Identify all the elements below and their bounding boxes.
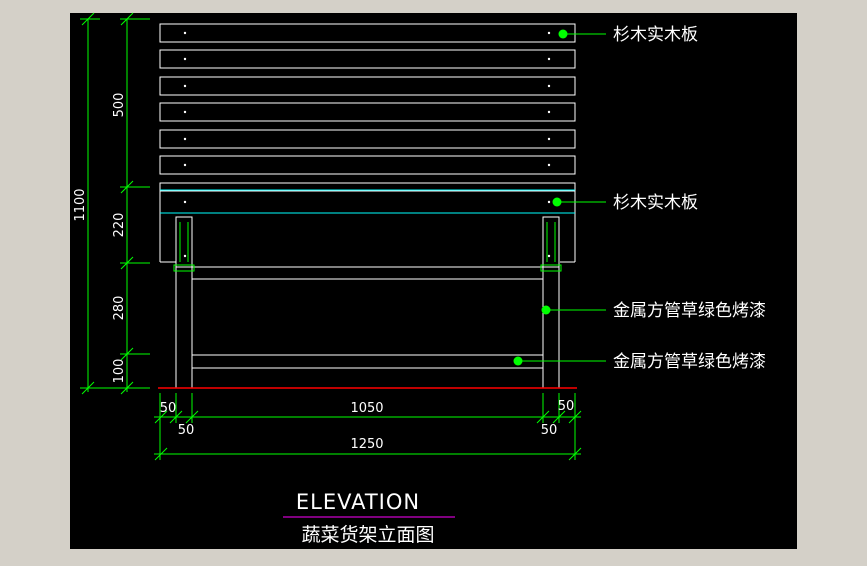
screw-dot (183, 254, 187, 258)
cad-viewport[interactable]: 1100 500 220 280 100 50 1050 50 50 50 12… (0, 0, 867, 562)
dim-label-overall-width: 1250 (350, 437, 383, 452)
screw-dot (183, 57, 187, 61)
screw-dot (183, 163, 187, 167)
screw-dot (547, 57, 551, 61)
callout-apron-board: 杉木实木板 (613, 193, 698, 213)
dim-label-apron-height: 220 (112, 213, 127, 238)
screw-dot (547, 84, 551, 88)
drawing-canvas[interactable] (70, 13, 797, 549)
title-english: ELEVATION (296, 490, 420, 514)
screw-dot (183, 137, 187, 141)
dim-label-leg-upper: 280 (112, 296, 127, 321)
dim-label-leg-lower: 100 (112, 359, 127, 384)
dim-label-left-inset: 50 (178, 423, 195, 438)
screw-dot (547, 254, 551, 258)
title-chinese: 蔬菜货架立面图 (301, 524, 434, 546)
screw-dot (547, 200, 551, 204)
dim-label-overall-height: 1100 (73, 188, 88, 221)
screw-dot (547, 137, 551, 141)
dim-label-right-inset: 50 (541, 423, 558, 438)
screw-dot (547, 110, 551, 114)
screw-dot (547, 163, 551, 167)
screw-dot (183, 84, 187, 88)
dim-label-back-height: 500 (112, 93, 127, 118)
callout-dot (558, 29, 568, 39)
elevation-drawing: 1100 500 220 280 100 50 1050 50 50 50 12… (0, 0, 867, 562)
callout-top-board: 杉木实木板 (613, 25, 698, 45)
callout-rail-tube: 金属方管草绿色烤漆 (613, 352, 766, 372)
dim-label-leg-width-right: 50 (558, 399, 575, 414)
dim-label-leg-width-left: 50 (160, 401, 177, 416)
callout-dot (552, 197, 562, 207)
dim-label-inner-span: 1050 (350, 401, 383, 416)
callout-leg-tube: 金属方管草绿色烤漆 (613, 301, 766, 321)
screw-dot (547, 31, 551, 35)
callout-dot (513, 356, 523, 366)
callout-dot (541, 305, 551, 315)
screw-dot (183, 31, 187, 35)
screw-dot (183, 110, 187, 114)
screw-dot (183, 200, 187, 204)
